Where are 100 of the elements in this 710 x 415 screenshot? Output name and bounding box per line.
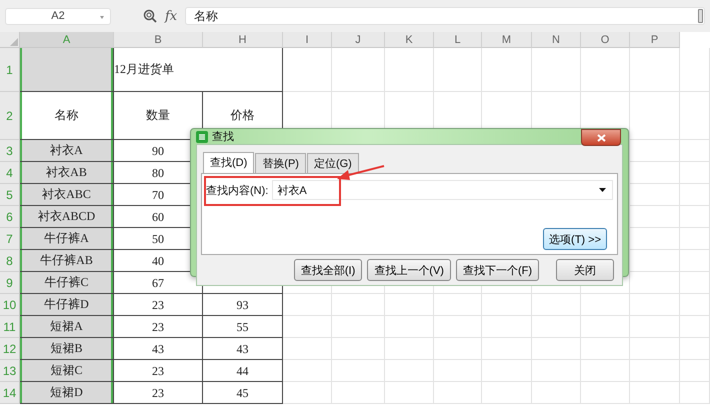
column-header[interactable]: P	[630, 32, 680, 48]
column-header[interactable]: O	[581, 32, 630, 48]
table-cell	[482, 338, 532, 360]
row-header[interactable]: 8	[0, 250, 20, 272]
table-cell	[630, 294, 680, 316]
table-cell	[680, 250, 710, 272]
table-cell	[332, 338, 385, 360]
table-cell	[630, 184, 680, 206]
table-cell	[482, 294, 532, 316]
row-header[interactable]: 14	[0, 382, 20, 404]
dialog-button[interactable]: 关闭	[556, 259, 614, 281]
row-header[interactable]: 6	[0, 206, 20, 228]
row-header[interactable]: 7	[0, 228, 20, 250]
table-cell	[680, 206, 710, 228]
table-cell	[532, 338, 581, 360]
table-cell	[680, 338, 710, 360]
row-header[interactable]: 5	[0, 184, 20, 206]
table-cell	[434, 316, 482, 338]
table-cell: 12月进货单	[114, 48, 283, 92]
table-cell	[680, 48, 710, 92]
table-cell	[482, 382, 532, 404]
table-cell	[630, 338, 680, 360]
row-header[interactable]: 3	[0, 140, 20, 162]
table-cell	[630, 48, 680, 92]
column-header[interactable]: K	[385, 32, 434, 48]
table-cell	[630, 382, 680, 404]
table-cell	[532, 316, 581, 338]
column-header[interactable]: I	[283, 32, 332, 48]
close-icon	[596, 134, 606, 142]
options-button[interactable]: 选项(T) >>	[543, 228, 607, 250]
table-cell: 名称	[20, 92, 114, 140]
table-cell	[630, 360, 680, 382]
table-cell	[434, 338, 482, 360]
table-cell: 牛仔裤AB	[20, 250, 114, 272]
table-cell: 43	[114, 338, 203, 360]
table-cell	[581, 382, 630, 404]
row-header[interactable]: 4	[0, 162, 20, 184]
formula-field[interactable]: 名称	[185, 7, 705, 25]
table-cell: 短裙A	[20, 316, 114, 338]
tab[interactable]: 定位(G)	[306, 153, 359, 173]
close-button[interactable]	[581, 129, 621, 146]
table-cell	[532, 382, 581, 404]
table-cell: 牛仔裤A	[20, 228, 114, 250]
dialog-button[interactable]: 查找下一个(F)	[456, 259, 539, 281]
table-cell: 93	[203, 294, 283, 316]
row-header[interactable]: 9	[0, 272, 20, 294]
table-cell	[680, 272, 710, 294]
row-header[interactable]: 11	[0, 316, 20, 338]
row-header[interactable]: 10	[0, 294, 20, 316]
table-cell	[680, 316, 710, 338]
row-header[interactable]: 13	[0, 360, 20, 382]
table-cell: 45	[203, 382, 283, 404]
table-cell	[680, 294, 710, 316]
column-header[interactable]: M	[482, 32, 532, 48]
table-cell	[630, 316, 680, 338]
table-cell	[630, 228, 680, 250]
column-header[interactable]: B	[114, 32, 203, 48]
table-cell: 牛仔裤D	[20, 294, 114, 316]
table-cell	[630, 206, 680, 228]
table-cell	[581, 316, 630, 338]
name-box[interactable]: A2	[5, 8, 111, 24]
table-cell	[680, 92, 710, 140]
table-cell	[434, 360, 482, 382]
dropdown-icon[interactable]	[599, 188, 606, 192]
scroll-handle[interactable]	[698, 9, 703, 23]
table-cell	[630, 92, 680, 140]
dropdown-icon	[100, 16, 104, 18]
search-field[interactable]: 衬衣A	[272, 180, 613, 200]
column-header[interactable]: L	[434, 32, 482, 48]
table-cell: 43	[203, 338, 283, 360]
table-cell	[680, 382, 710, 404]
column-header[interactable]: A	[20, 32, 114, 48]
table-cell	[385, 360, 434, 382]
table-cell	[283, 294, 332, 316]
table-cell	[630, 162, 680, 184]
table-cell: 短裙B	[20, 338, 114, 360]
table-cell	[482, 316, 532, 338]
function-icon[interactable]: fx	[165, 8, 178, 24]
table-cell	[630, 250, 680, 272]
table-cell: 牛仔裤C	[20, 272, 114, 294]
tab[interactable]: 替换(P)	[255, 153, 306, 173]
table-cell: 23	[114, 316, 203, 338]
row-header[interactable]: 2	[0, 92, 20, 140]
table-cell	[332, 360, 385, 382]
table-cell: 衬衣ABC	[20, 184, 114, 206]
column-header[interactable]: H	[203, 32, 283, 48]
table-cell	[680, 184, 710, 206]
table-cell	[581, 294, 630, 316]
dialog-button[interactable]: 查找上一个(V)	[367, 259, 451, 281]
tab[interactable]: 查找(D)	[203, 152, 254, 174]
table-cell: 短裙D	[20, 382, 114, 404]
column-header[interactable]: J	[332, 32, 385, 48]
zoom-icon[interactable]	[143, 9, 157, 23]
column-header[interactable]: N	[532, 32, 581, 48]
dialog-button[interactable]: 查找全部(I)	[294, 259, 362, 281]
row-header[interactable]: 12	[0, 338, 20, 360]
table-cell	[482, 360, 532, 382]
table-cell	[434, 294, 482, 316]
table-cell	[532, 294, 581, 316]
row-header[interactable]: 1	[0, 48, 20, 92]
